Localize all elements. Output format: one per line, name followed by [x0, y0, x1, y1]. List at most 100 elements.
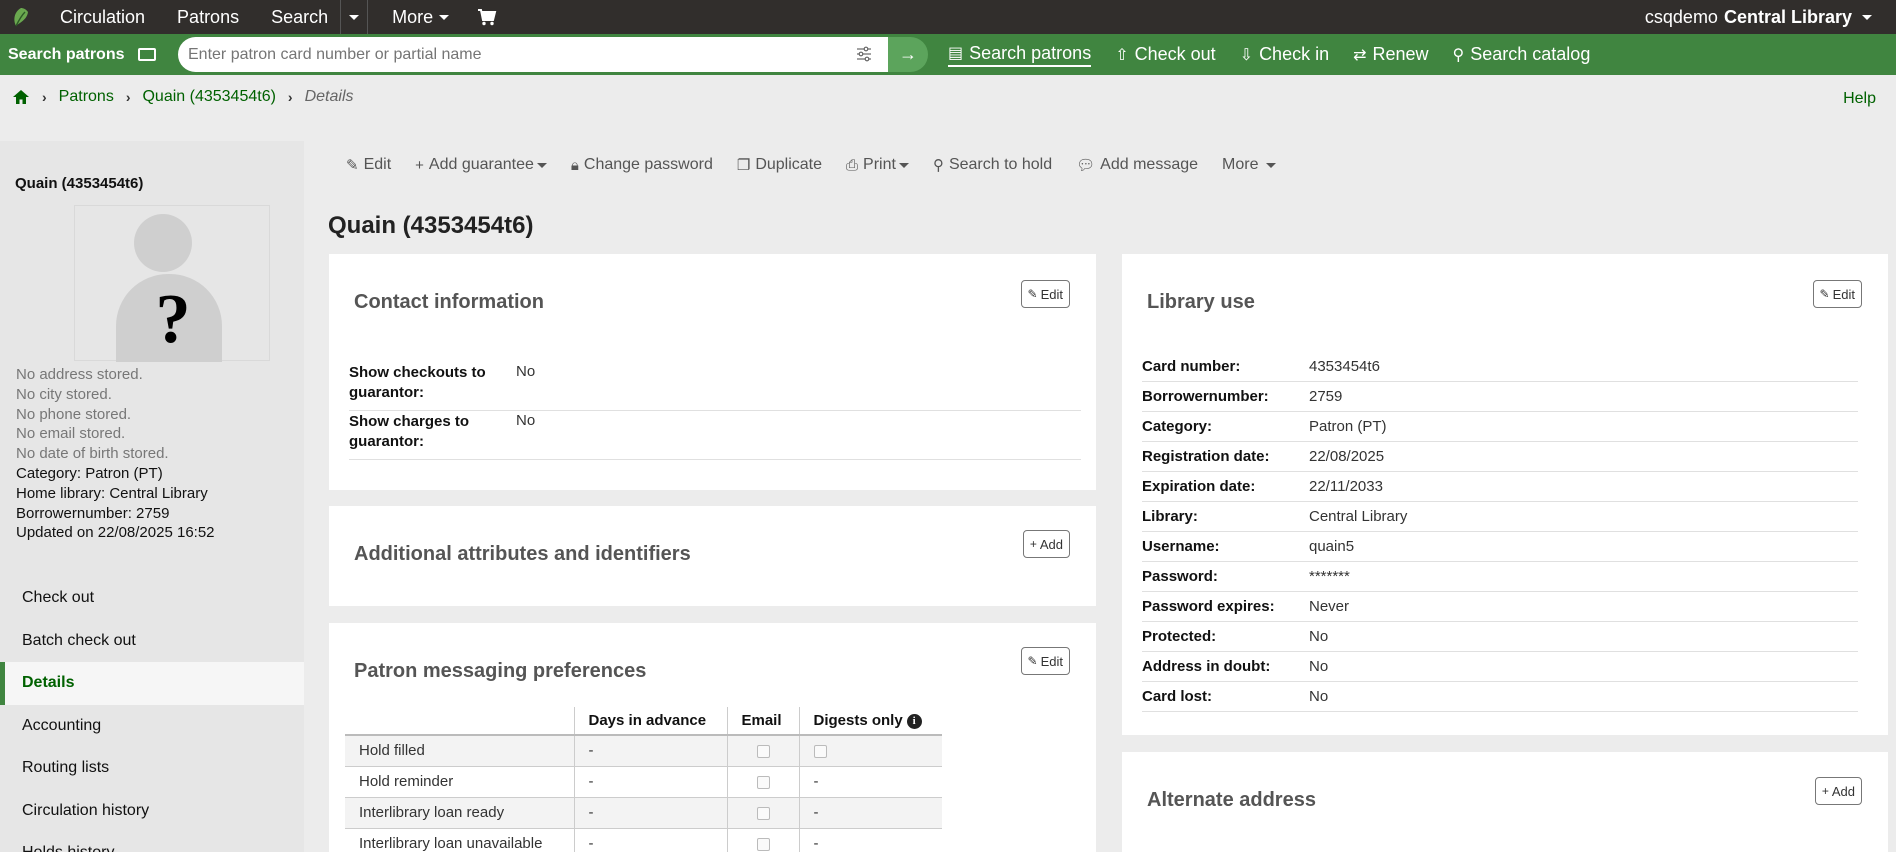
patron-avatar[interactable]: ? [74, 205, 270, 362]
chevron-down-icon [439, 14, 450, 20]
library-use-key: Library: [1142, 508, 1198, 525]
library-use-edit-label: Edit [1832, 286, 1855, 302]
email-checkbox[interactable] [756, 837, 770, 851]
sidebar-item-routing-lists[interactable]: Routing lists [0, 747, 304, 790]
sidebar-item-circulation-history[interactable]: Circulation history [0, 790, 304, 833]
no-address: No address stored. [16, 366, 143, 383]
header-link-renew[interactable]: ⇄ Renew [1353, 44, 1428, 65]
digest-checkbox[interactable] [813, 744, 827, 758]
email-checkbox[interactable] [756, 806, 770, 820]
table-row: Interlibrary loan ready - - [345, 797, 942, 829]
alternate-address-add-button[interactable]: + Add [1814, 777, 1862, 805]
help-link[interactable]: Help [1843, 90, 1876, 108]
email-checkbox[interactable] [756, 744, 770, 758]
table-row: Interlibrary loan unavailable - - [345, 828, 942, 852]
duplicate-label: Duplicate [755, 156, 823, 173]
user-library-menu[interactable]: csqdemo Central Library [1645, 0, 1872, 34]
search-icon: ⚲ [932, 157, 944, 174]
messaging-col-digests-label: Digests only [813, 712, 903, 729]
search-to-hold-button[interactable]: ⚲ Search to hold [933, 156, 1052, 174]
header-link-check-in[interactable]: ⇩ Check in [1240, 44, 1329, 65]
library-use-key: Card lost: [1142, 688, 1213, 705]
sidebar-item-details[interactable]: Details [0, 662, 304, 705]
sidebar-patron-name: Quain (4353454t6) [15, 175, 144, 192]
sidebar-item-check-out[interactable]: Check out [0, 577, 304, 620]
header-link-search-catalog[interactable]: ⚲ Search catalog [1453, 44, 1591, 65]
chevron-down-icon [898, 162, 909, 168]
more-button[interactable]: More [1222, 156, 1277, 174]
print-label: Print [863, 156, 896, 173]
koha-logo-icon[interactable] [10, 6, 32, 28]
nav-more-label: More [392, 6, 434, 27]
nav-more[interactable]: More [392, 6, 450, 28]
contact-row-key: Show charges to guarantor: [349, 412, 516, 459]
info-icon[interactable]: i [906, 713, 922, 729]
library-use-key: Registration date: [1142, 448, 1270, 465]
sidebar-item-accounting[interactable]: Accounting [0, 705, 304, 748]
messaging-preferences-panel: Patron messaging preferences ✎ Edit Days … [329, 623, 1096, 852]
contact-information-panel: Contact information ✎ Edit Show checkouts… [329, 254, 1096, 490]
library-use-row: Address in doubt: No [1142, 652, 1858, 682]
messaging-edit-button[interactable]: ✎ Edit [1020, 647, 1070, 675]
no-dob: No date of birth stored. [16, 445, 169, 463]
search-submit-button[interactable]: → [888, 37, 928, 72]
nav-circulation[interactable]: Circulation [60, 7, 145, 28]
library-use-row: Card number: 4353454t6 [1142, 352, 1858, 382]
message-email-cell [727, 735, 800, 767]
message-name: Interlibrary loan ready [345, 797, 575, 829]
library-use-value: Central Library [1309, 508, 1408, 525]
sidebar-item-batch-check-out[interactable]: Batch check out [0, 620, 304, 663]
patron-category: Category: Patron (PT) [16, 464, 163, 482]
library-use-value: 2759 [1309, 388, 1343, 405]
home-icon[interactable] [12, 89, 30, 105]
cart-icon[interactable] [477, 8, 497, 26]
table-row: Hold reminder - - [345, 766, 942, 798]
logged-in-library: Central Library [1723, 6, 1852, 27]
top-navbar: Circulation Patrons Search More csqdemo … [0, 0, 1896, 34]
contact-row-key-line2: guarantor: [349, 432, 424, 450]
plus-icon: + [1029, 537, 1037, 551]
search-patrons-label[interactable]: Search patrons [8, 46, 157, 64]
search-dropdown-toggle[interactable] [340, 0, 369, 34]
header-link-check-out[interactable]: ⇧ Check out [1115, 44, 1215, 65]
library-use-value: 4353454t6 [1309, 358, 1380, 375]
add-guarantee-label: Add guarantee [428, 156, 534, 173]
breadcrumb-patrons[interactable]: Patrons [59, 88, 114, 106]
header-links: ▤ Search patrons ⇧ Check out ⇩ Check in ⇄ Re… [948, 34, 1614, 75]
library-use-key: Protected: [1142, 628, 1217, 645]
message-name: Interlibrary loan unavailable [345, 828, 575, 852]
library-use-value: Patron (PT) [1309, 418, 1387, 435]
patron-search-input[interactable] [188, 45, 828, 64]
no-phone: No phone stored. [16, 405, 132, 423]
library-use-value: 22/11/2033 [1309, 478, 1383, 495]
patron-borrowernumber: Borrowernumber: 2759 [16, 504, 170, 522]
nav-search[interactable]: Search [271, 7, 328, 28]
breadcrumb-patron[interactable]: Quain (4353454t6) [142, 88, 275, 106]
edit-button[interactable]: ✎ Edit [346, 156, 391, 174]
attributes-add-button[interactable]: + Add [1022, 530, 1070, 558]
printer-icon: ⎙ [846, 156, 859, 174]
add-message-button[interactable]: 💬︎ Add message [1076, 156, 1198, 174]
page-title: Quain (4353454t6) [328, 212, 534, 239]
add-guarantee-button[interactable]: + Add guarantee [415, 156, 547, 174]
pencil-icon: ✎ [1027, 654, 1038, 668]
alternate-address-title: Alternate address [1147, 789, 1316, 811]
library-use-key: Password expires: [1142, 598, 1275, 615]
header-link-search-patrons[interactable]: ▤ Search patrons [948, 43, 1092, 67]
message-email-cell [727, 766, 800, 798]
change-password-button[interactable]: 🔒︎ Change password [571, 156, 713, 174]
print-button[interactable]: ⎙ Print [846, 156, 909, 174]
avatar-head [134, 214, 192, 272]
sidebar-item-holds-history[interactable]: Holds history [0, 832, 304, 852]
contact-edit-button[interactable]: ✎ Edit [1020, 280, 1070, 308]
breadcrumb: › Patrons › Quain (4353454t6) › Details [12, 88, 354, 106]
nav-patrons[interactable]: Patrons [177, 7, 239, 28]
upload-icon: ⇧ [1115, 46, 1129, 64]
patron-sidebar: Quain (4353454t6) ? No address stored. N… [0, 141, 304, 852]
library-use-edit-button[interactable]: ✎ Edit [1812, 280, 1862, 308]
duplicate-button[interactable]: ❐ Duplicate [737, 156, 822, 174]
filter-options-icon[interactable] [856, 46, 872, 62]
patron-search-box [178, 37, 888, 72]
no-city: No city stored. [16, 385, 112, 403]
email-checkbox[interactable] [756, 775, 770, 789]
